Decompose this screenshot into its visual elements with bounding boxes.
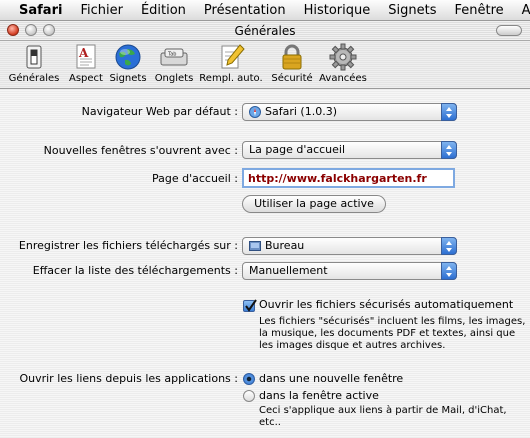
toolbar-label: Avancées	[319, 73, 367, 84]
new-windows-popup[interactable]: La page d'accueil	[242, 141, 457, 159]
switch-icon	[26, 45, 42, 69]
menu-fichier[interactable]: Fichier	[80, 3, 123, 18]
new-windows-value: La page d'accueil	[249, 143, 346, 156]
toolbar-label: Rempl. auto.	[199, 73, 263, 84]
open-links-option-new-window[interactable]: dans une nouvelle fenêtre	[259, 372, 403, 385]
menu-historique[interactable]: Historique	[304, 3, 371, 18]
default-browser-popup[interactable]: Safari (1.0.3)	[242, 103, 457, 121]
toolbar-label: Générales	[8, 73, 60, 84]
menu-presentation[interactable]: Présentation	[204, 3, 286, 18]
safe-files-note-line: Les fichiers "sécurisés" incluent les fi…	[259, 316, 526, 327]
toolbar-item-rempl-auto[interactable]: Rempl. auto.	[198, 43, 264, 84]
toolbar-item-aspect[interactable]: A Aspect	[66, 43, 106, 84]
toolbar-item-onglets[interactable]: Tab Onglets	[152, 43, 196, 84]
homepage-label: Page d'accueil :	[151, 172, 238, 185]
toolbar-label: Aspect	[69, 73, 103, 84]
save-downloads-popup[interactable]: Bureau	[242, 237, 457, 255]
lock-icon	[282, 44, 302, 70]
homepage-field[interactable]	[242, 168, 455, 188]
menu-bar: Safari Fichier Édition Présentation Hist…	[0, 0, 530, 21]
tab-icon: Tab	[160, 48, 188, 66]
toolbar-item-generales[interactable]: Générales	[8, 43, 60, 84]
safe-files-note: Les fichiers "sécurisés" incluent les fi…	[259, 316, 525, 352]
clear-downloads-popup[interactable]: Manuellement	[242, 262, 457, 280]
toolbar-item-signets[interactable]: Signets	[108, 43, 148, 84]
preferences-pane: Navigateur Web par défaut : Safari (1.0.…	[0, 89, 530, 438]
menu-fenetre[interactable]: Fenêtre	[454, 3, 503, 18]
default-browser-value: Safari (1.0.3)	[265, 105, 337, 118]
checkmark-icon	[245, 299, 257, 312]
open-safe-files-label: Ouvrir les fichiers sécurisés automatiqu…	[259, 298, 514, 311]
safe-files-note-line: la musique, les documents PDF et textes,…	[259, 328, 516, 339]
popup-arrows-icon	[441, 141, 457, 159]
preferences-toolbar: Générales A Aspect Signets Tab Onglets R…	[0, 41, 530, 89]
open-links-active-window-radio[interactable]	[243, 390, 255, 402]
open-links-label: Ouvrir les liens depuis les applications…	[19, 372, 238, 385]
gear-icon	[329, 43, 357, 71]
safe-files-note-line: les images disque et autres archives.	[259, 340, 446, 351]
menu-edition[interactable]: Édition	[141, 3, 186, 18]
open-links-option-active-window[interactable]: dans la fenêtre active	[259, 389, 379, 402]
use-current-page-button[interactable]: Utiliser la page active	[242, 195, 386, 213]
globe-icon	[115, 44, 141, 70]
pencil-icon	[221, 44, 245, 69]
popup-arrows-icon	[441, 237, 457, 255]
toolbar-item-avancees[interactable]: Avancées	[318, 43, 368, 84]
default-browser-label: Navigateur Web par défaut :	[81, 105, 238, 118]
open-links-note: Ceci s'applique aux liens à partir de Ma…	[259, 405, 507, 428]
window-title-bar[interactable]: Générales	[0, 21, 530, 41]
save-downloads-value: Bureau	[265, 239, 305, 252]
clear-downloads-value: Manuellement	[249, 264, 328, 277]
open-safe-files-checkbox[interactable]	[243, 299, 257, 312]
menu-aide[interactable]: Aide	[522, 3, 530, 18]
safari-compass-icon	[249, 106, 261, 118]
popup-arrows-icon	[441, 262, 457, 280]
toolbar-item-securite[interactable]: Sécurité	[270, 43, 314, 84]
toolbar-toggle-button[interactable]	[496, 25, 522, 36]
toolbar-label: Sécurité	[271, 73, 313, 84]
menu-signets[interactable]: Signets	[388, 3, 436, 18]
popup-arrows-icon	[441, 103, 457, 121]
save-downloads-label: Enregistrer les fichiers téléchargés sur…	[18, 239, 238, 252]
desktop-folder-icon	[249, 241, 261, 251]
new-windows-label: Nouvelles fenêtres s'ouvrent avec :	[43, 144, 238, 157]
toolbar-label: Onglets	[154, 73, 194, 84]
open-links-new-window-radio[interactable]	[243, 373, 255, 385]
svg-text:A: A	[78, 46, 89, 60]
font-icon: A	[76, 44, 96, 69]
clear-downloads-label: Effacer la liste des téléchargements :	[32, 264, 238, 277]
window-title: Générales	[234, 24, 296, 38]
toolbar-label: Signets	[109, 73, 147, 84]
svg-text:Tab: Tab	[167, 52, 176, 58]
menu-safari[interactable]: Safari	[19, 3, 62, 18]
